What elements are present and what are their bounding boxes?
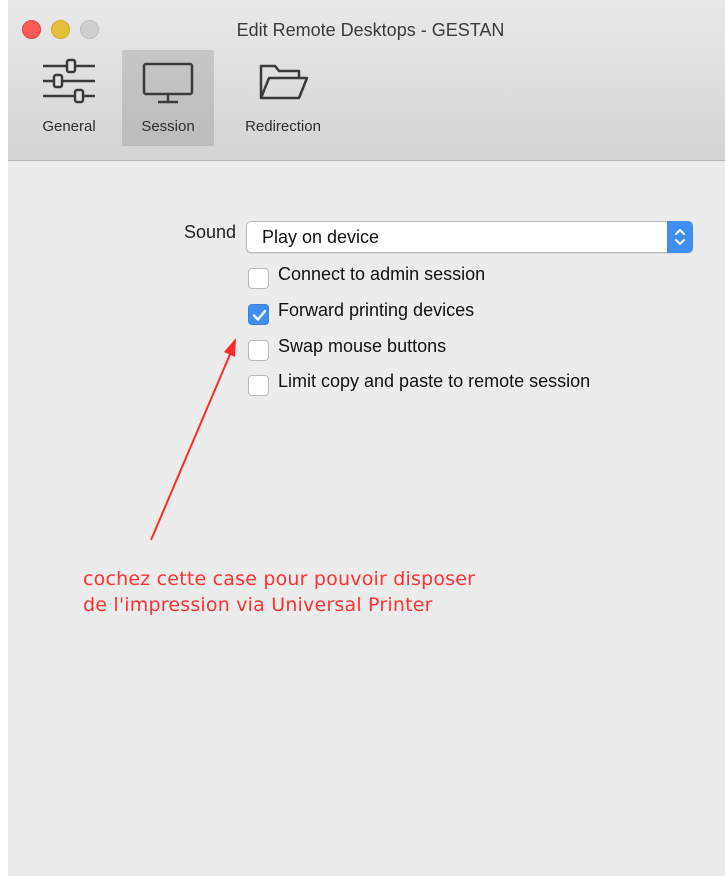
annotation-note: cochez cette case pour pouvoir disposer … [83, 566, 475, 618]
annotation-line-1: cochez cette case pour pouvoir disposer [83, 568, 476, 590]
preferences-window: Edit Remote Desktops - GESTAN General Se… [8, 0, 725, 876]
annotation-arrow-icon [150, 338, 236, 541]
annotation-line-2: de l'impression via Universal Printer [83, 594, 433, 616]
